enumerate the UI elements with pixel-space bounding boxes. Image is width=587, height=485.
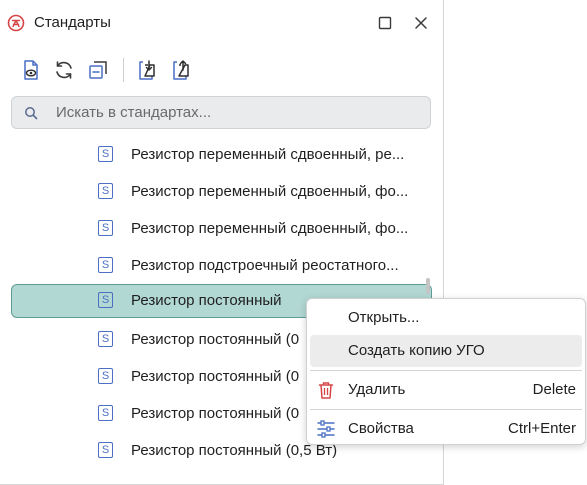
list-item[interactable]: S Резистор переменный сдвоенный, фо... [11, 212, 432, 246]
panel-titlebar: Стандарты [0, 0, 443, 46]
symbol-s-icon: S [98, 146, 113, 162]
menu-item-delete[interactable]: Удалить Delete [310, 374, 582, 406]
symbol-s-icon: S [98, 405, 113, 421]
symbol-s-icon: S [98, 442, 113, 458]
list-item-label: Резистор переменный сдвоенный, фо... [131, 220, 409, 237]
toolbar [0, 52, 443, 88]
menu-item-create-copy[interactable]: Создать копию УГО [310, 335, 582, 367]
context-menu: Открыть... Создать копию УГО Удалить Del… [306, 298, 586, 445]
menu-item-shortcut: Delete [532, 381, 576, 398]
search-box [11, 96, 431, 129]
menu-item-label: Удалить [348, 381, 406, 398]
menu-separator [310, 370, 582, 371]
document-view-icon [24, 60, 38, 80]
list-item-label: Резистор подстроечный реостатного... [131, 257, 399, 274]
menu-item-open[interactable]: Открыть... [310, 302, 582, 334]
import-button[interactable] [135, 58, 159, 82]
export-button[interactable] [169, 58, 193, 82]
close-icon [415, 17, 427, 29]
symbol-s-icon: S [98, 220, 113, 236]
menu-item-shortcut: Ctrl+Enter [508, 420, 576, 437]
view-document-button[interactable] [19, 58, 43, 82]
symbol-s-icon: S [98, 368, 113, 384]
import-icon [139, 60, 155, 80]
search-icon [24, 106, 38, 120]
menu-item-properties[interactable]: Свойства Ctrl+Enter [310, 413, 582, 445]
list-item-label: Резистор переменный сдвоенный, фо... [131, 183, 409, 200]
refresh-button[interactable] [52, 58, 76, 82]
menu-item-label: Открыть... [348, 309, 420, 326]
symbol-s-icon: S [98, 292, 113, 308]
collapse-all-icon [89, 61, 107, 79]
symbol-s-icon: S [98, 257, 113, 273]
symbol-s-icon: S [98, 331, 113, 347]
maximize-button[interactable] [376, 14, 394, 32]
list-item[interactable]: S Резистор переменный сдвоенный, фо... [11, 175, 432, 209]
toolbar-separator [123, 58, 124, 82]
refresh-icon [56, 61, 72, 79]
close-button[interactable] [412, 14, 430, 32]
export-icon [173, 60, 189, 80]
symbol-s-icon: S [98, 183, 113, 199]
sliders-icon [316, 419, 336, 439]
list-item-label: Резистор переменный сдвоенный, ре... [131, 146, 405, 163]
standards-logo-icon [7, 14, 25, 32]
menu-item-label: Свойства [348, 420, 414, 437]
list-item[interactable]: S Резистор подстроечный реостатного... [11, 249, 432, 283]
menu-item-label: Создать копию УГО [348, 342, 485, 359]
menu-separator [310, 409, 582, 410]
collapse-all-button[interactable] [86, 58, 110, 82]
panel-title: Стандарты [34, 14, 111, 31]
search-input[interactable] [56, 97, 416, 128]
scrollbar-thumb[interactable] [426, 278, 430, 294]
trash-icon [316, 380, 336, 400]
list-item[interactable]: S Резистор переменный сдвоенный, ре... [11, 138, 432, 172]
